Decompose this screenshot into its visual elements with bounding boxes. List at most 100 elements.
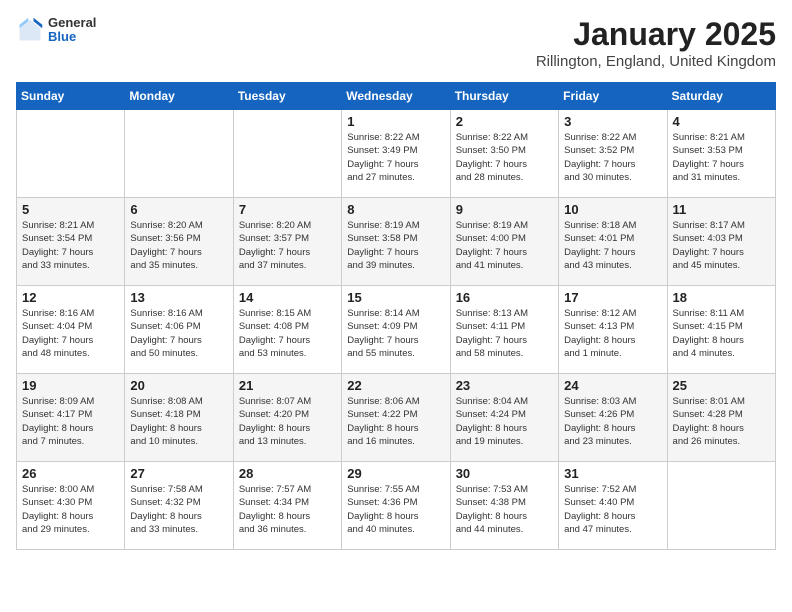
calendar-cell — [17, 110, 125, 198]
calendar-cell: 3Sunrise: 8:22 AM Sunset: 3:52 PM Daylig… — [559, 110, 667, 198]
calendar-cell: 30 Sunrise: 7:53 AM Sunset: 4:38 PM Dayli… — [450, 462, 558, 550]
day-info: Sunrise: 8:06 AM Sunset: 4:22 PM Dayligh… — [347, 395, 444, 448]
day-number: 3 — [564, 114, 661, 129]
day-info: Sunrise: 8:21 AM Sunset: 3:54 PM Dayligh… — [22, 219, 119, 272]
day-number: 18 — [673, 290, 770, 305]
day-info: Sunrise: 7:58 AM Sunset: 4:32 PM Dayligh… — [130, 483, 227, 536]
calendar-cell — [125, 110, 233, 198]
day-info: Sunrise: 8:19 AM Sunset: 4:00 PM Dayligh… — [456, 219, 553, 272]
day-info: Sunrise: 8:09 AM Sunset: 4:17 PM Dayligh… — [22, 395, 119, 448]
day-number: 27 — [130, 466, 227, 481]
weekday-header-sunday: Sunday — [17, 83, 125, 110]
week-row-3: 12Sunrise: 8:16 AM Sunset: 4:04 PM Dayli… — [17, 286, 776, 374]
day-number: 20 — [130, 378, 227, 393]
calendar-cell: 5 Sunrise: 8:21 AM Sunset: 3:54 PM Daylig… — [17, 198, 125, 286]
calendar-cell: 13 Sunrise: 8:16 AM Sunset: 4:06 PM Dayli… — [125, 286, 233, 374]
logo-icon — [16, 16, 44, 44]
weekday-header-tuesday: Tuesday — [233, 83, 341, 110]
weekday-header-friday: Friday — [559, 83, 667, 110]
day-number: 14 — [239, 290, 336, 305]
day-number: 19 — [22, 378, 119, 393]
day-info: Sunrise: 8:03 AM Sunset: 4:26 PM Dayligh… — [564, 395, 661, 448]
calendar-cell: 29 Sunrise: 7:55 AM Sunset: 4:36 PM Dayli… — [342, 462, 450, 550]
day-number: 2 — [456, 114, 553, 129]
calendar-cell: 26 Sunrise: 8:00 AM Sunset: 4:30 PM Dayli… — [17, 462, 125, 550]
day-info: Sunrise: 8:12 AM Sunset: 4:13 PM Dayligh… — [564, 307, 661, 360]
calendar-cell — [233, 110, 341, 198]
day-info: Sunrise: 7:57 AM Sunset: 4:34 PM Dayligh… — [239, 483, 336, 536]
weekday-header-row: SundayMondayTuesdayWednesdayThursdayFrid… — [17, 83, 776, 110]
week-row-5: 26 Sunrise: 8:00 AM Sunset: 4:30 PM Dayli… — [17, 462, 776, 550]
calendar-cell: 20 Sunrise: 8:08 AM Sunset: 4:18 PM Dayli… — [125, 374, 233, 462]
calendar-cell — [667, 462, 775, 550]
day-number: 30 — [456, 466, 553, 481]
day-number: 13 — [130, 290, 227, 305]
day-info: Sunrise: 8:13 AM Sunset: 4:11 PM Dayligh… — [456, 307, 553, 360]
week-row-1: 1 Sunrise: 8:22 AM Sunset: 3:49 PM Daylig… — [17, 110, 776, 198]
calendar-cell: 18Sunrise: 8:11 AM Sunset: 4:15 PM Dayli… — [667, 286, 775, 374]
title-area: January 2025 Rillington, England, United… — [536, 16, 776, 70]
day-number: 15 — [347, 290, 444, 305]
day-number: 1 — [347, 114, 444, 129]
day-number: 25 — [673, 378, 770, 393]
calendar-cell: 22 Sunrise: 8:06 AM Sunset: 4:22 PM Dayli… — [342, 374, 450, 462]
calendar-cell: 31 Sunrise: 7:52 AM Sunset: 4:40 PM Dayli… — [559, 462, 667, 550]
day-info: Sunrise: 7:52 AM Sunset: 4:40 PM Dayligh… — [564, 483, 661, 536]
day-info: Sunrise: 8:17 AM Sunset: 4:03 PM Dayligh… — [673, 219, 770, 272]
calendar-cell: 10 Sunrise: 8:18 AM Sunset: 4:01 PM Dayli… — [559, 198, 667, 286]
day-number: 31 — [564, 466, 661, 481]
calendar: SundayMondayTuesdayWednesdayThursdayFrid… — [16, 82, 776, 550]
weekday-header-wednesday: Wednesday — [342, 83, 450, 110]
day-info: Sunrise: 7:55 AM Sunset: 4:36 PM Dayligh… — [347, 483, 444, 536]
day-number: 10 — [564, 202, 661, 217]
day-info: Sunrise: 8:16 AM Sunset: 4:04 PM Dayligh… — [22, 307, 119, 360]
day-info: Sunrise: 8:22 AM Sunset: 3:50 PM Dayligh… — [456, 131, 553, 184]
day-info: Sunrise: 8:00 AM Sunset: 4:30 PM Dayligh… — [22, 483, 119, 536]
calendar-cell: 27 Sunrise: 7:58 AM Sunset: 4:32 PM Dayli… — [125, 462, 233, 550]
calendar-cell: 12Sunrise: 8:16 AM Sunset: 4:04 PM Dayli… — [17, 286, 125, 374]
day-number: 7 — [239, 202, 336, 217]
calendar-cell: 24 Sunrise: 8:03 AM Sunset: 4:26 PM Dayli… — [559, 374, 667, 462]
calendar-cell: 14Sunrise: 8:15 AM Sunset: 4:08 PM Dayli… — [233, 286, 341, 374]
day-info: Sunrise: 8:21 AM Sunset: 3:53 PM Dayligh… — [673, 131, 770, 184]
day-info: Sunrise: 8:20 AM Sunset: 3:56 PM Dayligh… — [130, 219, 227, 272]
day-info: Sunrise: 8:18 AM Sunset: 4:01 PM Dayligh… — [564, 219, 661, 272]
day-info: Sunrise: 7:53 AM Sunset: 4:38 PM Dayligh… — [456, 483, 553, 536]
week-row-2: 5 Sunrise: 8:21 AM Sunset: 3:54 PM Daylig… — [17, 198, 776, 286]
calendar-cell: 17Sunrise: 8:12 AM Sunset: 4:13 PM Dayli… — [559, 286, 667, 374]
calendar-cell: 15 Sunrise: 8:14 AM Sunset: 4:09 PM Dayli… — [342, 286, 450, 374]
day-info: Sunrise: 8:01 AM Sunset: 4:28 PM Dayligh… — [673, 395, 770, 448]
calendar-cell: 4 Sunrise: 8:21 AM Sunset: 3:53 PM Daylig… — [667, 110, 775, 198]
calendar-cell: 21Sunrise: 8:07 AM Sunset: 4:20 PM Dayli… — [233, 374, 341, 462]
day-number: 23 — [456, 378, 553, 393]
day-number: 28 — [239, 466, 336, 481]
calendar-cell: 25 Sunrise: 8:01 AM Sunset: 4:28 PM Dayli… — [667, 374, 775, 462]
day-number: 26 — [22, 466, 119, 481]
day-number: 24 — [564, 378, 661, 393]
calendar-cell: 11Sunrise: 8:17 AM Sunset: 4:03 PM Dayli… — [667, 198, 775, 286]
day-info: Sunrise: 8:22 AM Sunset: 3:49 PM Dayligh… — [347, 131, 444, 184]
day-info: Sunrise: 8:04 AM Sunset: 4:24 PM Dayligh… — [456, 395, 553, 448]
day-number: 5 — [22, 202, 119, 217]
calendar-cell: 9 Sunrise: 8:19 AM Sunset: 4:00 PM Daylig… — [450, 198, 558, 286]
calendar-cell: 16 Sunrise: 8:13 AM Sunset: 4:11 PM Dayli… — [450, 286, 558, 374]
day-number: 22 — [347, 378, 444, 393]
weekday-header-thursday: Thursday — [450, 83, 558, 110]
logo: General Blue — [16, 16, 96, 45]
calendar-cell: 28 Sunrise: 7:57 AM Sunset: 4:34 PM Dayli… — [233, 462, 341, 550]
day-info: Sunrise: 8:14 AM Sunset: 4:09 PM Dayligh… — [347, 307, 444, 360]
day-number: 29 — [347, 466, 444, 481]
logo-general-text: General — [48, 16, 96, 30]
calendar-cell: 23 Sunrise: 8:04 AM Sunset: 4:24 PM Dayli… — [450, 374, 558, 462]
day-number: 4 — [673, 114, 770, 129]
weekday-header-monday: Monday — [125, 83, 233, 110]
calendar-cell: 7Sunrise: 8:20 AM Sunset: 3:57 PM Daylig… — [233, 198, 341, 286]
day-info: Sunrise: 8:08 AM Sunset: 4:18 PM Dayligh… — [130, 395, 227, 448]
day-number: 9 — [456, 202, 553, 217]
location: Rillington, England, United Kingdom — [536, 53, 776, 70]
day-info: Sunrise: 8:16 AM Sunset: 4:06 PM Dayligh… — [130, 307, 227, 360]
week-row-4: 19 Sunrise: 8:09 AM Sunset: 4:17 PM Dayli… — [17, 374, 776, 462]
day-number: 6 — [130, 202, 227, 217]
day-number: 21 — [239, 378, 336, 393]
day-number: 16 — [456, 290, 553, 305]
